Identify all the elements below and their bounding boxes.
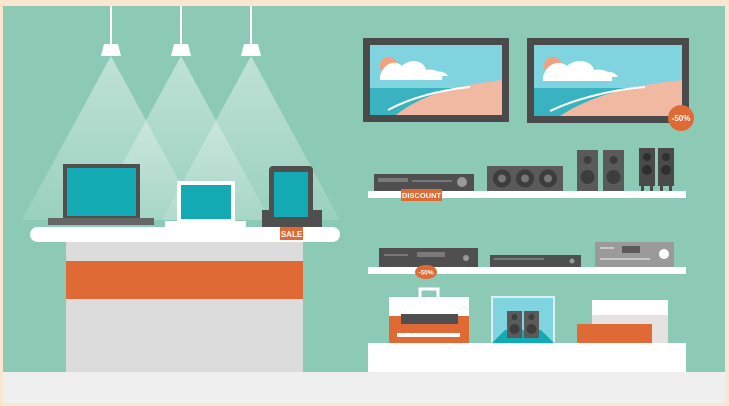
bookshelf-speaker-icon [577, 150, 598, 191]
floor [3, 372, 725, 403]
sale-label: SALE [281, 230, 303, 239]
speaker-display-box [491, 296, 555, 344]
tv-badge-label: -50% [672, 114, 691, 123]
tower-speaker-icon [658, 148, 674, 191]
tablet-icon [262, 166, 322, 227]
dvd-player-icon [374, 174, 474, 191]
electronics-store-illustration: SALE -50% DISCOUNT -50% [0, 0, 729, 406]
laptop-icon [48, 164, 154, 225]
counter-stripe [66, 261, 303, 299]
bookshelf-speaker-icon [507, 311, 522, 338]
gift-box-icon [389, 287, 469, 343]
sales-counter [30, 227, 340, 372]
dvd-player-icon [379, 248, 478, 267]
tv-icon [527, 38, 689, 123]
dvd-player-icon [490, 255, 581, 267]
shelf-discount-badge: -50% [415, 265, 437, 279]
display-stand [368, 343, 686, 372]
bookshelf-speaker-icon [524, 311, 539, 338]
discount-tag: DISCOUNT [401, 189, 442, 201]
center-speaker-icon [487, 166, 563, 191]
discount-label: DISCOUNT [402, 191, 442, 200]
laptop-icon [165, 181, 246, 227]
tv-discount-badge: -50% [668, 105, 694, 131]
receiver-icon [595, 242, 674, 267]
sale-tag: SALE [280, 227, 303, 240]
bookshelf-speaker-icon [603, 150, 624, 191]
shelf-badge-label: -50% [418, 270, 433, 277]
tv-icon [363, 38, 509, 122]
tower-speaker-icon [639, 148, 655, 191]
